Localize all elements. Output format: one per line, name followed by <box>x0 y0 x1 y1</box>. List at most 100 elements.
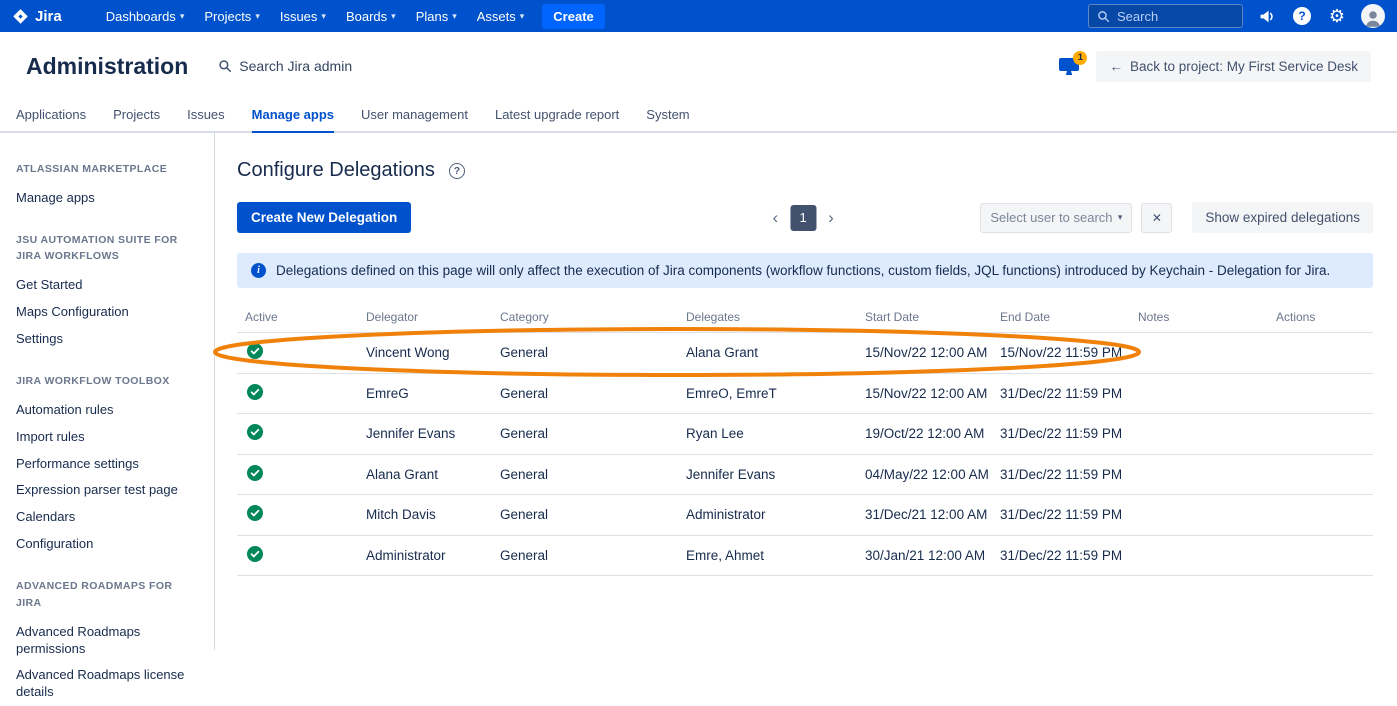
sidebar-item[interactable]: Automation rules <box>16 397 198 424</box>
tab-user-management[interactable]: User management <box>361 100 468 133</box>
section-title: Configure Delegations <box>237 159 435 182</box>
nav-item-dashboards[interactable]: Dashboards▾ <box>96 0 195 32</box>
column-header-start-date: Start Date <box>857 304 992 332</box>
search-icon <box>218 59 232 73</box>
nav-label: Issues <box>280 9 318 24</box>
create-new-delegation-button[interactable]: Create New Delegation <box>237 202 411 233</box>
sidebar-item[interactable]: Maps Configuration <box>16 299 198 326</box>
cell-start-date: 15/Nov/22 12:00 AM <box>857 345 992 360</box>
cell-delegator: Vincent Wong <box>358 345 492 360</box>
cell-active <box>237 424 358 443</box>
nav-item-projects[interactable]: Projects▾ <box>194 0 270 32</box>
cell-active <box>237 465 358 484</box>
help-icon[interactable]: ? <box>1291 5 1313 27</box>
cell-category: General <box>492 386 678 401</box>
nav-label: Projects <box>204 9 251 24</box>
sidebar-item[interactable]: Get Started <box>16 272 198 299</box>
sidebar: ATLASSIAN MARKETPLACE Manage apps JSU AU… <box>0 133 215 650</box>
prev-page-icon[interactable]: ‹ <box>772 209 778 226</box>
sidebar-heading-jsu-automation-suite: JSU AUTOMATION SUITE FOR JIRA WORKFLOWS <box>16 232 198 266</box>
table-row: Jennifer Evans General Ryan Lee 19/Oct/2… <box>237 414 1373 455</box>
info-icon: i <box>251 263 266 278</box>
sidebar-item[interactable]: Advanced Roadmaps permissions <box>16 619 198 663</box>
clear-filter-button[interactable]: ✕ <box>1141 203 1172 233</box>
tab-manage-apps[interactable]: Manage apps <box>252 100 334 133</box>
jira-logo[interactable]: Jira <box>12 8 62 25</box>
nav-item-issues[interactable]: Issues▾ <box>270 0 336 32</box>
cell-delegates: Alana Grant <box>678 345 857 360</box>
column-header-delegates: Delegates <box>678 304 857 332</box>
back-arrow-icon: ← <box>1109 59 1123 74</box>
help-icon[interactable]: ? <box>449 163 465 179</box>
sidebar-item[interactable]: Import rules <box>16 424 198 451</box>
tab-issues[interactable]: Issues <box>187 100 225 133</box>
back-to-project-button[interactable]: ← Back to project: My First Service Desk <box>1096 51 1371 82</box>
back-button-label: Back to project: My First Service Desk <box>1130 59 1358 74</box>
column-header-end-date: End Date <box>992 304 1130 332</box>
cell-category: General <box>492 548 678 563</box>
cell-end-date: 31/Dec/22 11:59 PM <box>992 507 1130 522</box>
column-header-active: Active <box>237 304 358 332</box>
sidebar-item[interactable]: Performance settings <box>16 451 198 478</box>
admin-search-input[interactable]: Search Jira admin <box>218 58 352 74</box>
next-page-icon[interactable]: › <box>828 209 834 226</box>
sidebar-item[interactable]: Calendars <box>16 504 198 531</box>
cell-category: General <box>492 507 678 522</box>
brand-label: Jira <box>35 8 62 25</box>
cell-end-date: 31/Dec/22 11:59 PM <box>992 467 1130 482</box>
admin-tabs: Applications Projects Issues Manage apps… <box>0 100 1397 133</box>
cell-delegator: Mitch Davis <box>358 507 492 522</box>
column-header-delegator: Delegator <box>358 304 492 332</box>
sidebar-item[interactable]: Settings <box>16 326 198 353</box>
global-search-input[interactable]: Search <box>1088 4 1243 28</box>
search-placeholder: Search <box>1117 9 1158 24</box>
create-issue-button[interactable]: Create <box>542 4 604 29</box>
jira-mark-icon <box>12 8 29 25</box>
main-panel: Configure Delegations ? Create New Deleg… <box>215 133 1397 650</box>
chevron-down-icon: ▾ <box>520 11 525 22</box>
pagination: ‹ 1 › <box>772 205 833 231</box>
cell-delegates: Jennifer Evans <box>678 467 857 482</box>
megaphone-icon[interactable] <box>1256 5 1278 27</box>
tab-projects[interactable]: Projects <box>113 100 160 133</box>
main-navigation: Dashboards▾ Projects▾ Issues▾ Boards▾ Pl… <box>96 0 535 32</box>
table-header-row: Active Delegator Category Delegates Star… <box>237 304 1373 333</box>
whats-new-icon[interactable]: 1 <box>1058 57 1080 76</box>
show-expired-delegations-button[interactable]: Show expired delegations <box>1192 202 1373 233</box>
nav-label: Plans <box>416 9 449 24</box>
nav-item-boards[interactable]: Boards▾ <box>336 0 406 32</box>
active-check-icon <box>247 343 263 359</box>
tab-system[interactable]: System <box>646 100 689 133</box>
column-header-notes: Notes <box>1130 304 1268 332</box>
nav-label: Boards <box>346 9 387 24</box>
chevron-down-icon: ▾ <box>321 11 326 22</box>
nav-item-assets[interactable]: Assets▾ <box>467 0 535 32</box>
chevron-down-icon: ▾ <box>452 11 457 22</box>
sidebar-item[interactable]: Manage apps <box>16 185 198 212</box>
sidebar-item[interactable]: Configuration <box>16 531 198 558</box>
current-page[interactable]: 1 <box>790 205 816 231</box>
cell-delegator: EmreG <box>358 386 492 401</box>
table-row: Administrator General Emre, Ahmet 30/Jan… <box>237 536 1373 577</box>
admin-header-right: 1 ← Back to project: My First Service De… <box>1058 51 1371 82</box>
tab-latest-upgrade-report[interactable]: Latest upgrade report <box>495 100 619 133</box>
cell-end-date: 31/Dec/22 11:59 PM <box>992 426 1130 441</box>
nav-item-plans[interactable]: Plans▾ <box>406 0 467 32</box>
sidebar-item[interactable]: Advanced Roadmaps license details <box>16 662 198 706</box>
cell-active <box>237 384 358 403</box>
gear-icon[interactable]: ⚙ <box>1326 5 1348 27</box>
user-search-select[interactable]: Select user to search ▾ <box>980 203 1132 233</box>
table-row: Alana Grant General Jennifer Evans 04/Ma… <box>237 455 1373 496</box>
cell-start-date: 31/Dec/21 12:00 AM <box>857 507 992 522</box>
cell-end-date: 31/Dec/22 11:59 PM <box>992 548 1130 563</box>
nav-label: Dashboards <box>106 9 176 24</box>
info-banner-text: Delegations defined on this page will on… <box>276 263 1330 278</box>
filter-group: Select user to search ▾ ✕ Show expired d… <box>980 202 1373 233</box>
cell-category: General <box>492 345 678 360</box>
top-navbar: Jira Dashboards▾ Projects▾ Issues▾ Board… <box>0 0 1397 32</box>
tab-applications[interactable]: Applications <box>16 100 86 133</box>
sidebar-item[interactable]: Expression parser test page <box>16 477 198 504</box>
avatar[interactable] <box>1361 4 1385 28</box>
cell-delegates: Administrator <box>678 507 857 522</box>
cell-delegator: Jennifer Evans <box>358 426 492 441</box>
